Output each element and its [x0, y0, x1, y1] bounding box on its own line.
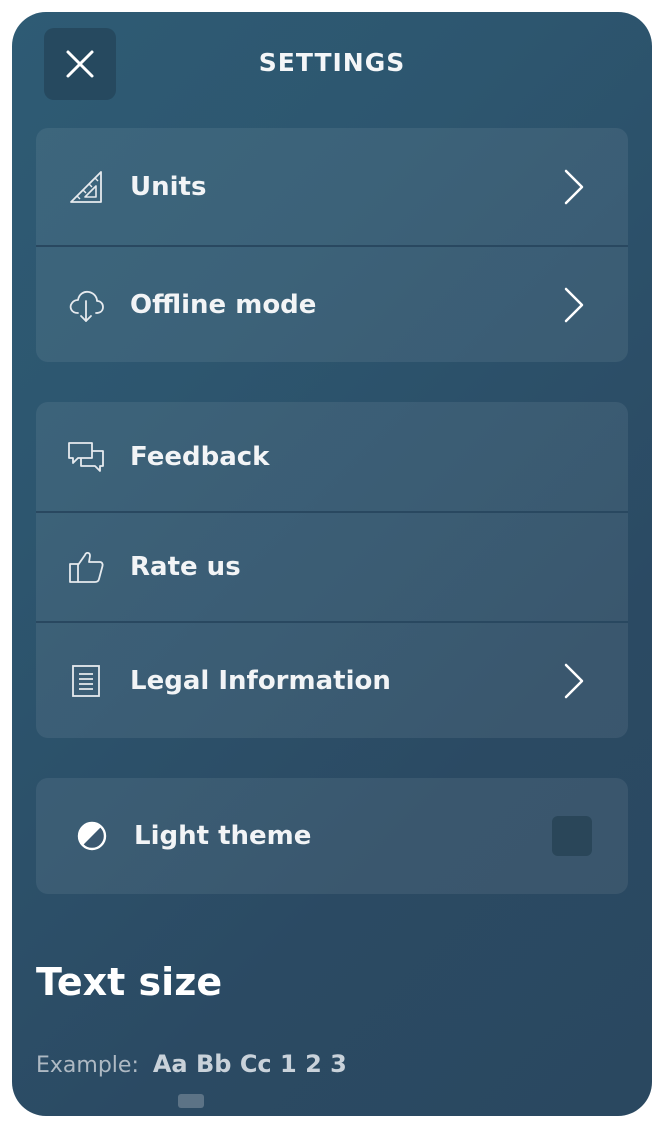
settings-item-label: Legal Information [130, 665, 391, 696]
document-icon [66, 661, 106, 701]
chevron-right-icon [564, 663, 584, 698]
settings-item-feedback[interactable]: Feedback [36, 402, 628, 511]
settings-panel: SETTINGS Units Offline mode Feedback Rat… [12, 12, 652, 1116]
settings-item-label: Units [130, 171, 207, 202]
settings-item-label: Light theme [134, 821, 312, 851]
example-text: Aa Bb Cc 1 2 3 [152, 1050, 347, 1078]
chevron-right-icon [564, 287, 584, 322]
settings-item-offline-mode[interactable]: Offline mode [36, 245, 628, 362]
cloud-download-icon [66, 285, 106, 325]
chevron-right-icon [564, 169, 584, 204]
example-label: Example: [36, 1053, 139, 1078]
settings-group-theme: Light theme [36, 778, 628, 894]
text-size-heading: Text size [36, 960, 223, 1004]
thumbs-up-icon [66, 547, 106, 587]
settings-group-general: Units Offline mode [36, 128, 628, 362]
light-theme-toggle-row[interactable]: Light theme [36, 778, 628, 894]
light-theme-checkbox[interactable] [552, 816, 592, 856]
settings-item-rate-us[interactable]: Rate us [36, 511, 628, 621]
text-size-example: Example: Aa Bb Cc 1 2 3 [36, 1050, 347, 1078]
settings-item-label: Offline mode [130, 289, 317, 320]
settings-item-units[interactable]: Units [36, 128, 628, 245]
contrast-icon [72, 816, 112, 856]
ruler-triangle-icon [66, 167, 106, 207]
settings-item-legal-information[interactable]: Legal Information [36, 621, 628, 738]
settings-item-label: Feedback [130, 441, 270, 472]
settings-item-label: Rate us [130, 552, 241, 582]
settings-group-support: Feedback Rate us Legal Information [36, 402, 628, 738]
text-size-slider-handle[interactable] [178, 1094, 204, 1108]
page-title: SETTINGS [258, 48, 406, 77]
chat-bubbles-icon [66, 437, 106, 477]
